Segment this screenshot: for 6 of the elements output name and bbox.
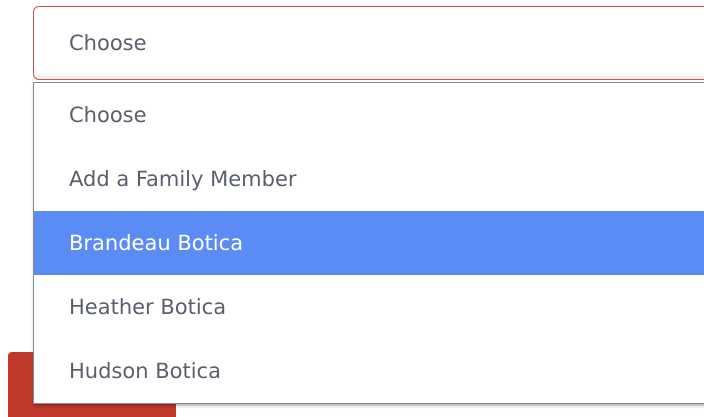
- dropdown-option[interactable]: Choose: [34, 83, 704, 147]
- select-field[interactable]: Choose: [33, 6, 704, 80]
- dropdown-option[interactable]: Add a Family Member: [34, 147, 704, 211]
- dropdown-option[interactable]: Brandeau Botica: [34, 211, 704, 275]
- dropdown-option[interactable]: Hudson Botica: [34, 339, 704, 403]
- dropdown-option[interactable]: Heather Botica: [34, 275, 704, 339]
